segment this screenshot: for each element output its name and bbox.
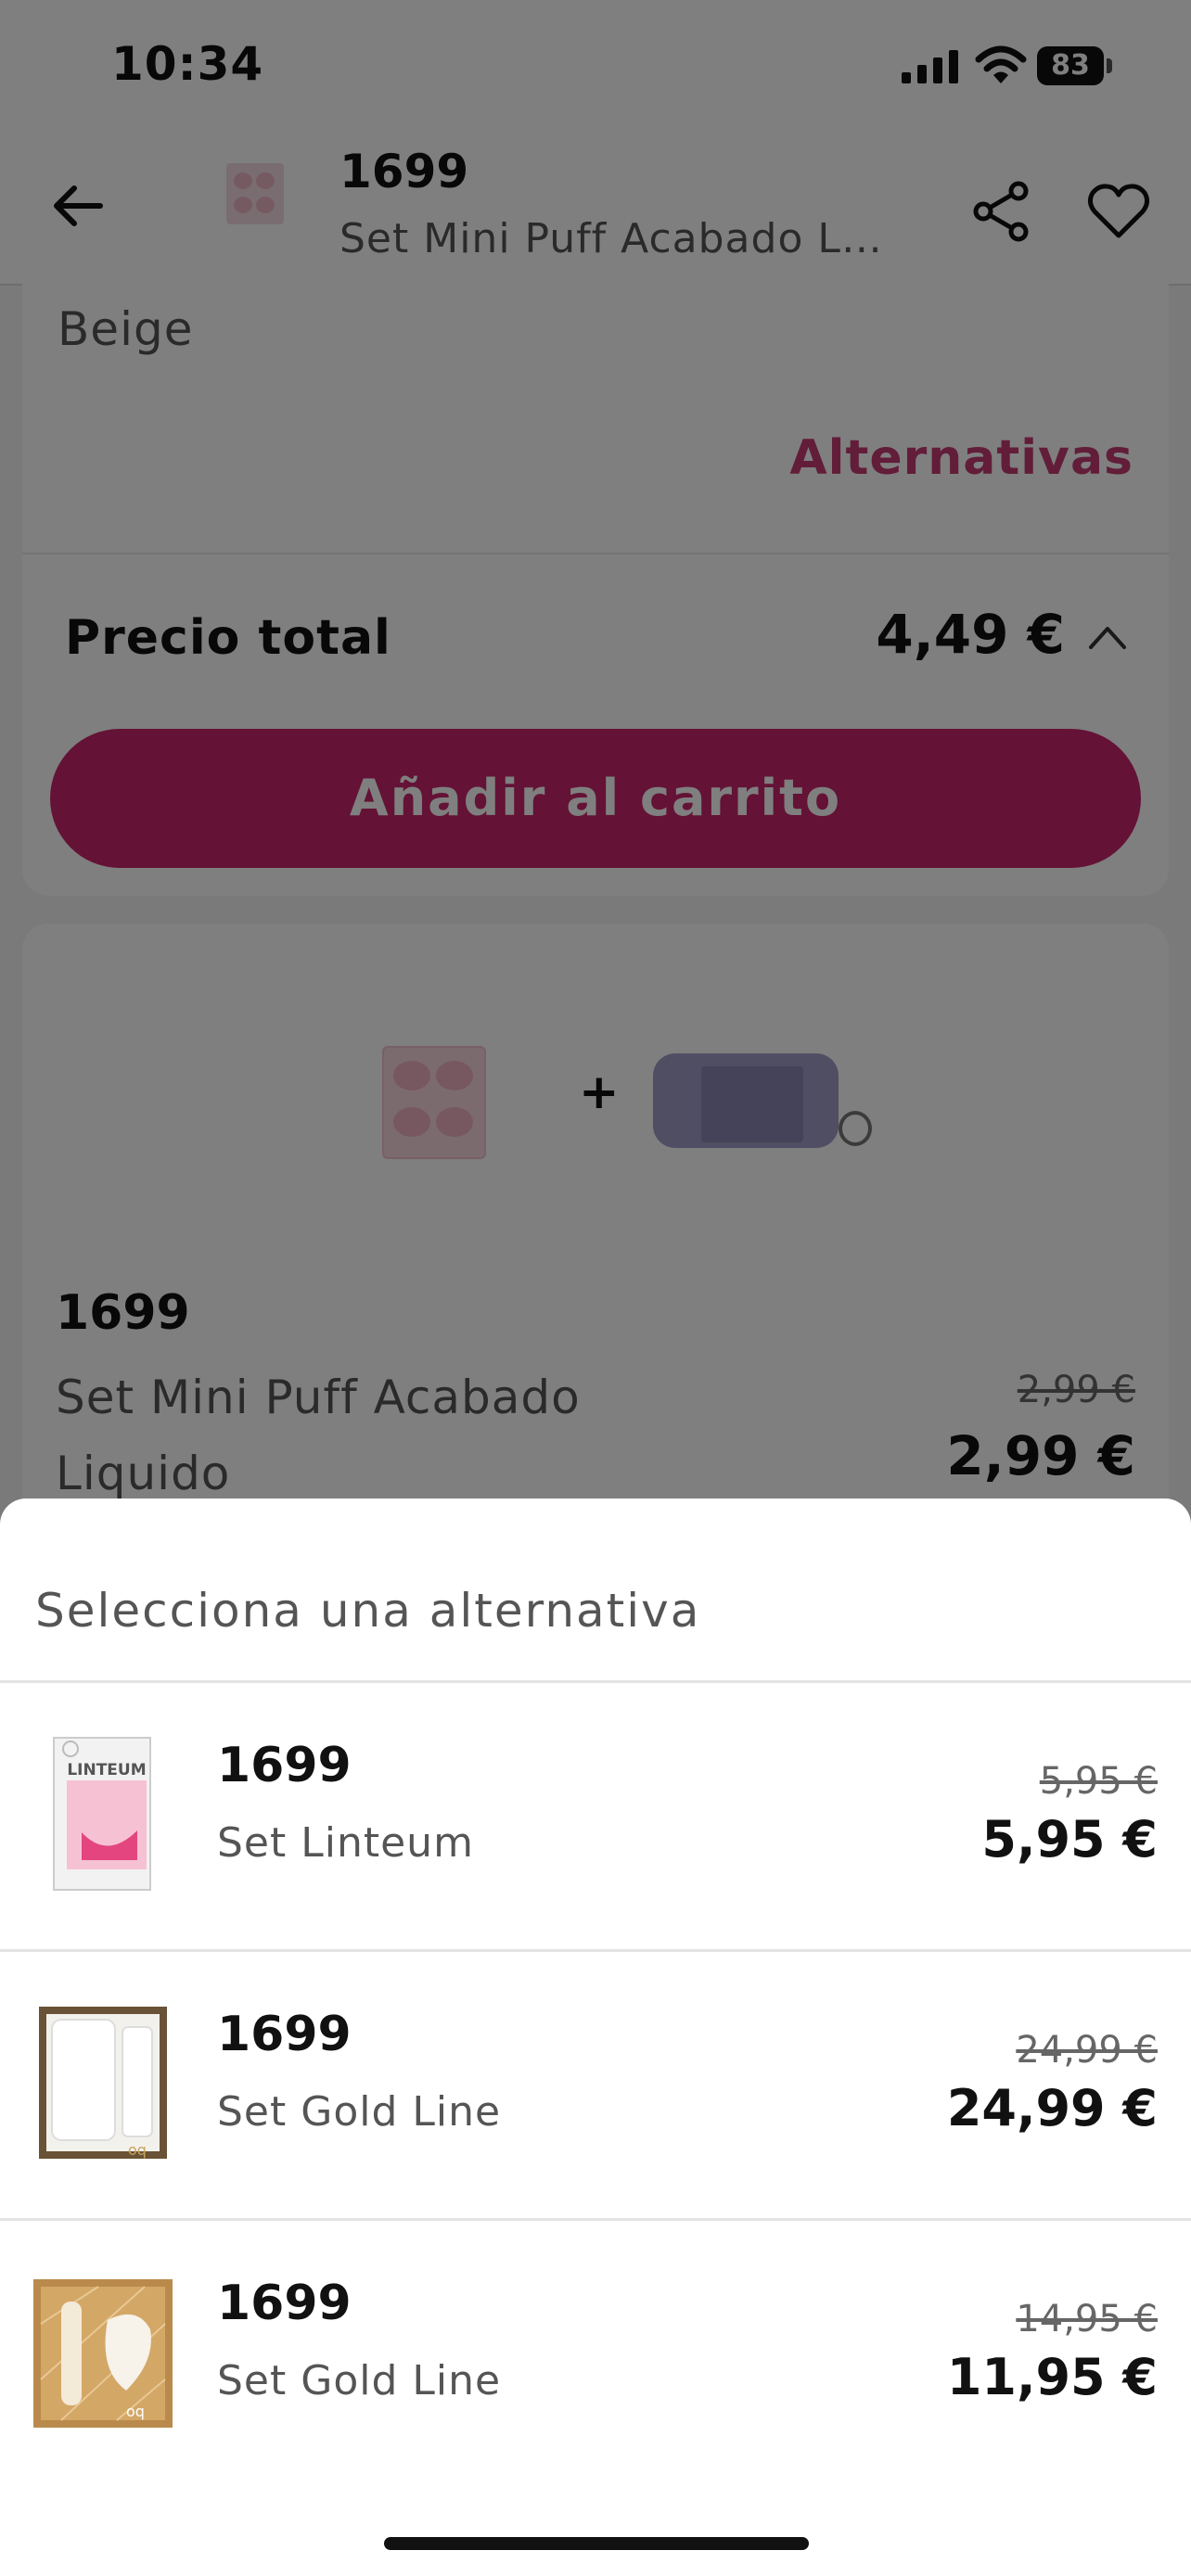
alternative-name: Set Gold Line (217, 2088, 502, 2136)
thumbnail-brand-text: oq (128, 2141, 147, 2159)
alternative-old-price: 5,95 € (1039, 1760, 1158, 1803)
alternative-old-price: 24,99 € (1016, 2029, 1158, 2072)
alternative-price: 24,99 € (946, 2079, 1158, 2137)
alternative-thumbnail: oq (33, 2279, 173, 2428)
thumbnail-brand-text: oq (126, 2403, 145, 2420)
thumbnail-brand-text: LINTEUM (67, 1761, 146, 1779)
screen: 10:34 83 1699 Set Mini Puff Acabado Liqu… (0, 0, 1191, 2576)
alternative-code: 1699 (217, 1738, 352, 1793)
alternative-price: 5,95 € (981, 1810, 1158, 1868)
sheet-title: Selecciona una alternativa (35, 1584, 701, 1638)
alternative-name: Set Gold Line (217, 2357, 502, 2404)
alternative-code: 1699 (217, 2007, 352, 2062)
alternative-item[interactable]: oq 1699 Set Gold Line 14,95 € 11,95 € (0, 2220, 1191, 2487)
alternatives-bottom-sheet: Selecciona una alternativa LINTEUM 1699 … (0, 1498, 1191, 2576)
home-indicator[interactable] (384, 2537, 809, 2550)
alternative-thumbnail: oq (39, 2007, 167, 2159)
alternative-price: 11,95 € (946, 2348, 1158, 2406)
alternative-item[interactable]: LINTEUM 1699 Set Linteum 5,95 € 5,95 € (0, 1682, 1191, 1949)
alternative-item[interactable]: oq 1699 Set Gold Line 24,99 € 24,99 € (0, 1951, 1191, 2218)
alternative-old-price: 14,95 € (1016, 2298, 1158, 2340)
alternative-name: Set Linteum (217, 1819, 474, 1867)
alternative-code: 1699 (217, 2276, 352, 2331)
alternative-thumbnail: LINTEUM (53, 1737, 151, 1891)
